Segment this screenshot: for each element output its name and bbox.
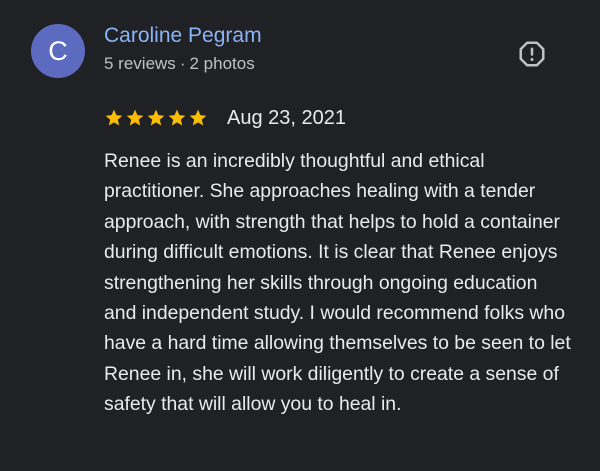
- report-button[interactable]: [516, 38, 548, 70]
- meta-separator: ·: [179, 54, 186, 73]
- review-count: 5 reviews: [104, 54, 176, 73]
- author-name[interactable]: Caroline Pegram: [104, 23, 262, 49]
- photo-count: 2 photos: [189, 54, 255, 73]
- star-icon: [189, 109, 207, 126]
- star-icon: [126, 109, 144, 126]
- report-flag-icon: [519, 41, 545, 67]
- star-icon: [147, 109, 165, 126]
- review-text: Renee is an incredibly thoughtful and et…: [104, 150, 571, 416]
- avatar-initial: C: [48, 35, 68, 66]
- star-icon: [168, 109, 186, 126]
- author-meta: 5 reviews · 2 photos: [104, 53, 255, 75]
- review-date: Aug 23, 2021: [227, 107, 346, 129]
- star-rating: [104, 108, 208, 128]
- star-icon: [105, 109, 123, 126]
- avatar[interactable]: C: [31, 24, 85, 78]
- rating-row: Aug 23, 2021: [104, 104, 346, 132]
